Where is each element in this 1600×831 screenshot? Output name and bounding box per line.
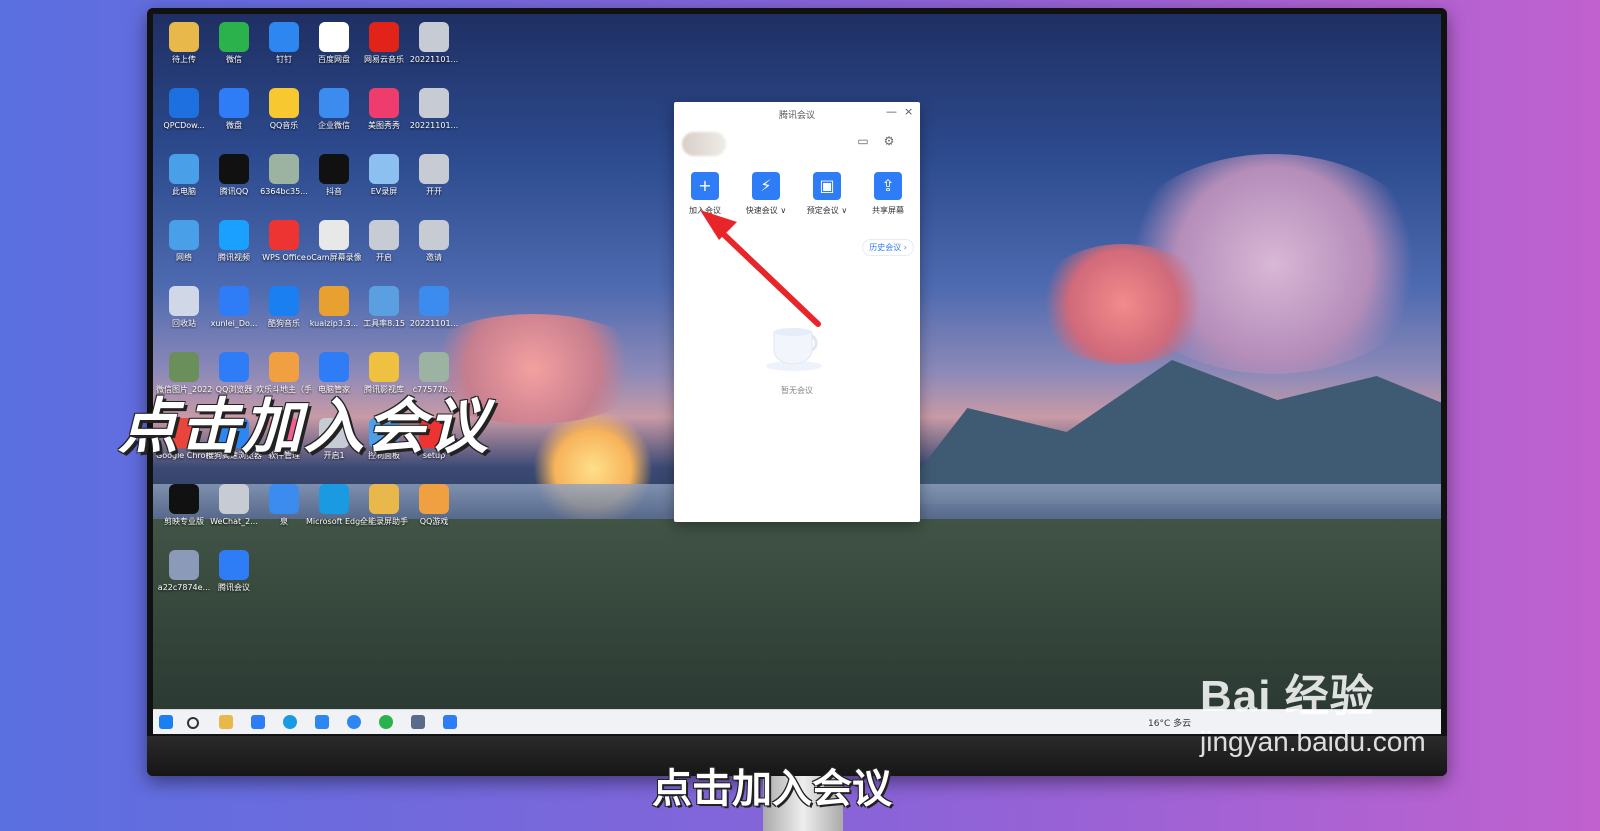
desktop-screen: 待上传 微信 钉钉 百度网盘 网易云音乐 20221101... QPCDow... 微盘 QQ… <box>153 14 1441 734</box>
caption-large: 点击加入会议 <box>118 392 490 462</box>
search-icon[interactable] <box>187 717 199 729</box>
red-arrow-annotation <box>700 210 821 327</box>
baidu-jingyan-watermark: Bai 经验 jingyan.baidu.com <box>1200 660 1426 758</box>
watermark-url: jingyan.baidu.com <box>1200 726 1426 757</box>
watermark-brand: Bai 经验 <box>1200 672 1375 721</box>
file-explorer-icon[interactable] <box>219 715 233 729</box>
sogou-icon[interactable] <box>347 715 361 729</box>
start-icon[interactable] <box>159 715 173 729</box>
caption-subtitle: 点击加入会议 <box>652 766 892 812</box>
feishu-icon[interactable] <box>315 715 329 729</box>
qq-browser-icon[interactable] <box>251 715 265 729</box>
edge-icon[interactable] <box>283 715 297 729</box>
tencent-meeting-taskbar-icon[interactable] <box>443 715 457 729</box>
weather-text[interactable]: 16°C 多云 <box>1148 716 1191 729</box>
app-icon[interactable] <box>411 715 425 729</box>
wechat-icon[interactable] <box>379 715 393 729</box>
